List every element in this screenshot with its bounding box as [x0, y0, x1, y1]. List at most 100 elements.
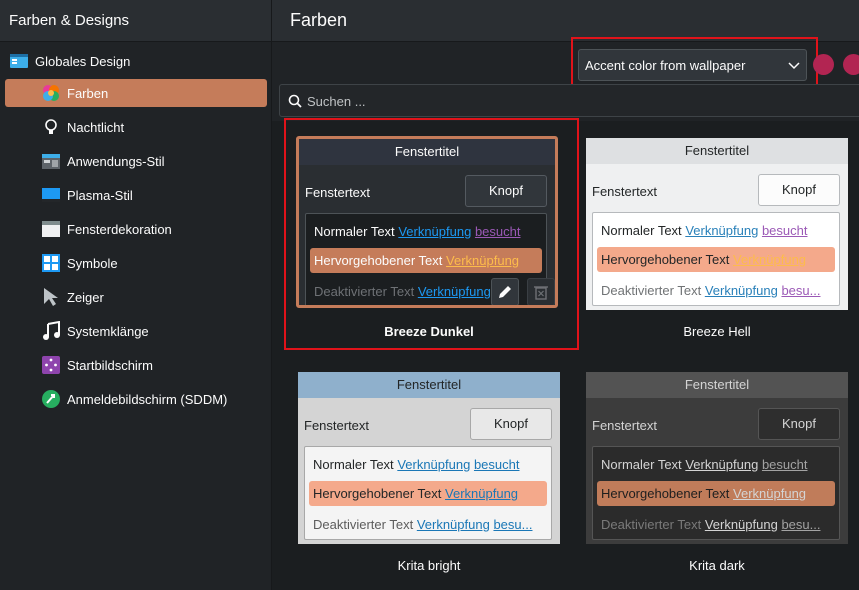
preview-visited: besu...	[781, 517, 821, 532]
search-icon	[288, 94, 302, 108]
preview-normal-text: Normaler Text	[601, 223, 682, 238]
preview-view: Normaler Text Verknüpfung besucht Hervor…	[592, 212, 840, 306]
preview-disabled-row: Deaktivierter Text Verknüpfung besu...	[313, 517, 532, 532]
page-header: Farben	[272, 0, 859, 42]
sidebar-item-label: Globales Design	[35, 53, 131, 69]
preview-link: Verknüpfung	[704, 517, 778, 532]
preview-link: Verknüpfung	[398, 224, 472, 239]
color-scheme-card[interactable]: Fenstertitel Fenstertext Knopf Normaler …	[586, 138, 848, 310]
preview-link: Verknüpfung	[733, 252, 807, 267]
preview-button: Knopf	[758, 408, 840, 440]
preview-link: Verknüpfung	[733, 486, 807, 501]
sidebar-header: Farben & Designs	[0, 0, 271, 42]
preview-window-text: Fenstertext	[304, 418, 370, 433]
sidebar-item-label: Nachtlicht	[67, 119, 125, 135]
scheme-name: Krita dark	[689, 558, 745, 573]
sidebar-item-plasma-style[interactable]: Plasma-Stil	[5, 181, 267, 209]
preview-highlight-row: Hervorgehobener Text Verknüpfung	[310, 248, 542, 273]
preview-disabled-row: Deaktivierter Text Verknüpfung besu...	[601, 517, 820, 532]
preview-visited: besu...	[781, 283, 821, 298]
preview-highlight-row: Hervorgehobener Text Verknüpfung	[597, 247, 835, 272]
preview-normal-row: Normaler Text Verknüpfung besucht	[314, 224, 521, 239]
splash-screen-icon	[41, 355, 61, 375]
preview-visited: besucht	[474, 224, 521, 239]
preview-view: Normaler Text Verknüpfung besucht Hervor…	[304, 446, 552, 540]
preview-view: Normaler Text Verknüpfung besucht Hervor…	[592, 446, 840, 540]
sidebar-item-window-decoration[interactable]: Fensterdekoration	[5, 215, 267, 243]
delete-scheme-button[interactable]	[527, 278, 555, 305]
sidebar-item-colors[interactable]: Farben	[5, 79, 267, 107]
sidebar-header-title: Farben & Designs	[9, 12, 130, 29]
preview-link: Verknüpfung	[446, 253, 520, 268]
chevron-down-icon	[787, 58, 801, 72]
accent-swatch[interactable]	[843, 54, 859, 75]
preview-highlighted-text: Hervorgehobener Text	[313, 486, 442, 501]
sidebar-item-label: Fensterdekoration	[67, 221, 172, 237]
sidebar: Globales Design Farben Nachtlicht Anwend…	[0, 43, 271, 590]
sidebar-item-global-theme[interactable]: Globales Design	[5, 47, 267, 75]
preview-link: Verknüpfung	[704, 283, 778, 298]
preview-window-text: Fenstertext	[305, 185, 371, 200]
search-placeholder: Suchen ...	[307, 94, 366, 109]
page-title: Farben	[290, 10, 348, 30]
preview-window-text: Fenstertext	[592, 184, 658, 199]
preview-disabled-text: Deaktivierter Text	[314, 284, 415, 299]
preview-visited: besucht	[473, 457, 520, 472]
preview-disabled-row: Deaktivierter Text Verknüpfung besu...	[601, 283, 820, 298]
system-sounds-icon	[41, 320, 61, 341]
preview-visited: besucht	[761, 457, 808, 472]
preview-button: Knopf	[465, 175, 547, 207]
preview-titlebar: Fenstertitel	[299, 139, 555, 165]
color-scheme-card[interactable]: Fenstertitel Fenstertext Knopf Normaler …	[296, 136, 558, 308]
sidebar-item-label: Symbole	[67, 255, 118, 271]
sidebar-item-label: Plasma-Stil	[67, 187, 133, 203]
color-scheme-card[interactable]: Fenstertitel Fenstertext Knopf Normaler …	[586, 372, 848, 544]
preview-highlight-row: Hervorgehobener Text Verknüpfung	[309, 481, 547, 506]
preview-titlebar: Fenstertitel	[586, 372, 848, 398]
edit-scheme-button[interactable]	[491, 278, 519, 305]
preview-window-text: Fenstertext	[592, 418, 658, 433]
sidebar-item-label: Systemklänge	[67, 323, 149, 339]
global-theme-icon	[9, 51, 29, 71]
preview-link: Verknüpfung	[685, 223, 759, 238]
application-style-icon	[41, 151, 61, 171]
night-light-icon	[41, 117, 61, 137]
login-screen-icon	[41, 389, 61, 409]
preview-highlighted-text: Hervorgehobener Text	[601, 486, 730, 501]
preview-link: Verknüpfung	[417, 284, 491, 299]
sidebar-item-icons[interactable]: Symbole	[5, 249, 267, 277]
preview-normal-text: Normaler Text	[314, 224, 395, 239]
color-scheme-card[interactable]: Fenstertitel Fenstertext Knopf Normaler …	[298, 372, 560, 544]
preview-disabled-text: Deaktivierter Text	[601, 517, 702, 532]
preview-visited: besu...	[493, 517, 533, 532]
preview-link: Verknüpfung	[397, 457, 471, 472]
preview-disabled-row: Deaktivierter Text Verknüpfung	[314, 284, 491, 299]
accent-color-dropdown[interactable]: Accent color from wallpaper	[578, 49, 807, 81]
preview-normal-row: Normaler Text Verknüpfung besucht	[601, 457, 808, 472]
sidebar-item-splash-screen[interactable]: Startbildschirm	[5, 351, 267, 379]
scheme-name: Krita bright	[397, 558, 461, 573]
preview-link: Verknüpfung	[445, 486, 519, 501]
preview-highlighted-text: Hervorgehobener Text	[601, 252, 730, 267]
scheme-name: Breeze Hell	[683, 324, 751, 339]
trash-icon	[534, 286, 548, 300]
sidebar-item-cursor[interactable]: Zeiger	[5, 283, 267, 311]
scheme-name: Breeze Dunkel	[384, 324, 474, 339]
preview-button: Knopf	[758, 174, 840, 206]
sidebar-item-night-light[interactable]: Nachtlicht	[5, 113, 267, 141]
accent-color-option: Accent color from wallpaper	[585, 58, 746, 73]
search-field[interactable]: Suchen ...	[279, 84, 859, 117]
sidebar-item-application-style[interactable]: Anwendungs-Stil	[5, 147, 267, 175]
preview-link: Verknüpfung	[685, 457, 759, 472]
sidebar-item-label: Startbildschirm	[67, 357, 153, 373]
sidebar-item-label: Anmeldebildschirm (SDDM)	[67, 391, 228, 407]
accent-swatch[interactable]	[813, 54, 834, 75]
preview-titlebar: Fenstertitel	[298, 372, 560, 398]
sidebar-item-label: Anwendungs-Stil	[67, 153, 165, 169]
sidebar-item-label: Zeiger	[67, 289, 104, 305]
preview-disabled-text: Deaktivierter Text	[601, 283, 702, 298]
sidebar-item-label: Farben	[67, 85, 109, 101]
preview-button: Knopf	[470, 408, 552, 440]
sidebar-item-system-sounds[interactable]: Systemklänge	[5, 317, 267, 345]
sidebar-item-login-screen[interactable]: Anmeldebildschirm (SDDM)	[5, 385, 267, 413]
